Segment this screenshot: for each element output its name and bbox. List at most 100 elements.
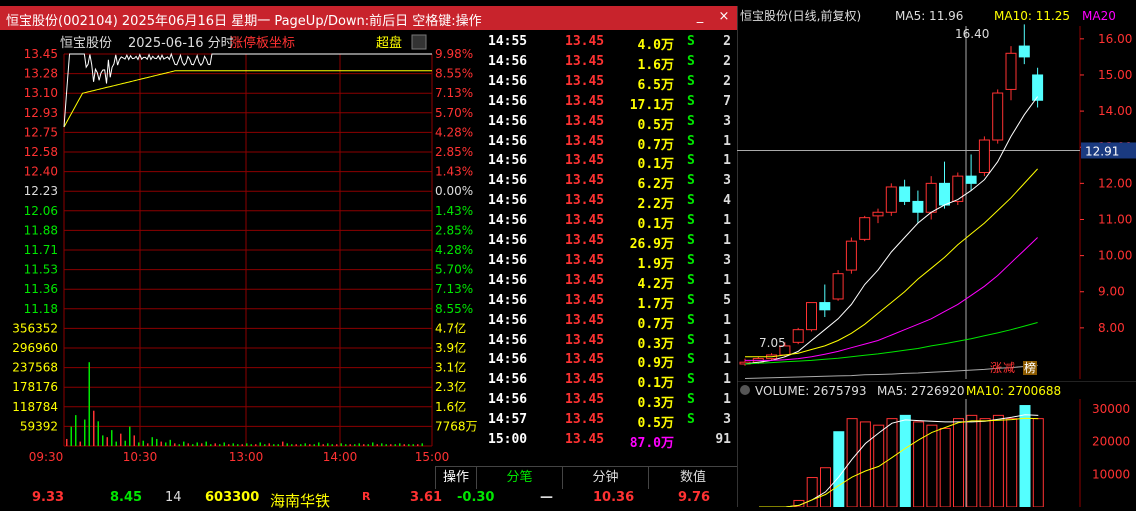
amount-axis-label: 1.6亿 xyxy=(435,399,466,414)
candle-body xyxy=(1005,52,1017,90)
settings-icon xyxy=(411,34,427,50)
tick-price: 13.45 xyxy=(565,113,605,129)
volume-bar xyxy=(913,421,925,508)
tick-volume: 1.6万 xyxy=(637,57,674,73)
tick-time: 14:56 xyxy=(488,272,528,288)
tick-list[interactable]: 14:55 13.45 4.0万 S 2 14:56 13.45 1.6万 S 2 14:56 13.… xyxy=(485,30,737,467)
tick-side: S xyxy=(687,312,695,328)
pct-axis-label: 2.85% xyxy=(435,223,473,237)
price-axis-label: 12.06 xyxy=(24,204,58,218)
tick-volume: 6.2万 xyxy=(637,177,674,193)
tick-time: 14:56 xyxy=(488,372,528,388)
time-axis-label: 10:30 xyxy=(123,450,158,464)
price-axis-label: 11.71 xyxy=(24,243,58,257)
tick-side: S xyxy=(687,352,695,368)
quote-left-value-1: 9.33 xyxy=(32,490,65,505)
tick-count: 3 xyxy=(723,412,731,428)
tick-price: 13.45 xyxy=(565,93,605,109)
daily-ma5-label: MA5: 11.96 xyxy=(895,9,963,23)
volume-axis-label: 237568 xyxy=(12,361,58,375)
pct-axis-label: 4.28% xyxy=(435,243,473,257)
quote-left-value-2: 8.45 xyxy=(110,490,143,505)
volume-bar xyxy=(66,438,68,446)
tick-price: 13.45 xyxy=(565,153,605,169)
daily-axis-label: 9.00 xyxy=(1098,285,1125,299)
pct-axis-label: 5.70% xyxy=(435,263,473,277)
volume-axis-label: 10000 xyxy=(1092,467,1130,481)
tick-volume: 4.0万 xyxy=(637,38,674,53)
close-icon[interactable]: × xyxy=(716,9,732,25)
tick-price: 13.45 xyxy=(565,213,605,229)
daily-axis-label: 16.00 xyxy=(1098,32,1132,46)
candle-body xyxy=(965,175,977,184)
tick-count: 3 xyxy=(723,173,731,189)
volume-bar xyxy=(273,444,275,446)
volume-bar xyxy=(331,444,333,446)
tick-row: 14:56 13.45 6.2万 S 3 xyxy=(485,171,737,193)
volume-bar xyxy=(228,444,230,446)
price-axis-label: 11.88 xyxy=(24,223,58,237)
volume-bar xyxy=(214,443,216,446)
volume-bar xyxy=(133,435,135,446)
volume-bar xyxy=(979,418,991,508)
volume-bar xyxy=(833,431,845,508)
daily-axis-label: 14.00 xyxy=(1098,104,1132,118)
volume-bar xyxy=(246,443,248,446)
tick-count: 2 xyxy=(723,73,731,89)
tick-count: 5 xyxy=(723,292,731,308)
volume-bar xyxy=(151,437,153,446)
tick-side: S xyxy=(687,193,695,209)
candle-body xyxy=(872,211,884,217)
tab-values[interactable]: 数值 xyxy=(648,467,737,489)
daily-axis-label: 11.00 xyxy=(1098,212,1132,226)
volume-bar xyxy=(241,444,243,446)
tick-count: 1 xyxy=(723,372,731,388)
daily-ma10-label: MA10: 11.25 xyxy=(994,9,1070,23)
candle-body xyxy=(939,182,950,206)
tick-volume: 0.3万 xyxy=(637,336,674,352)
volume-bar xyxy=(196,442,198,446)
price-axis-label: 13.28 xyxy=(24,67,58,81)
volume-bar xyxy=(309,444,311,446)
pct-axis-label: 8.55% xyxy=(435,67,473,81)
volume-axis-label: 178176 xyxy=(12,380,58,394)
daily-kline-chart[interactable]: 恒宝股份(日线,前复权) MA5: 11.96 MA10: 11.25 MA20 16.… xyxy=(737,6,1136,379)
minimize-icon[interactable]: _ xyxy=(692,9,708,25)
window-title: 恒宝股份(002104) 2025年06月16日 星期一 PageUp/Down… xyxy=(6,14,482,29)
volume-bar xyxy=(394,444,396,446)
pct-axis-label: 7.13% xyxy=(435,282,473,296)
daily-title: 恒宝股份(日线,前复权) xyxy=(740,8,861,23)
volume-bar xyxy=(939,427,951,508)
volume-bar xyxy=(349,444,351,446)
volume-bar xyxy=(160,441,162,446)
tick-side: S xyxy=(687,213,695,229)
intraday-chart-svg: 恒宝股份 2025-06-16 分时涨停板坐标 超盘 13.45 13.28 13.10 1… xyxy=(12,34,478,464)
price-axis-label: 12.93 xyxy=(24,106,58,120)
tab-ticks[interactable]: 分笔 xyxy=(476,467,562,489)
quote-price: 3.61 xyxy=(410,490,443,505)
volume-chart[interactable]: VOLUME: 2675793 MA5: 2726920 MA10: 2700688… xyxy=(737,380,1136,508)
tick-count: 7 xyxy=(723,93,731,109)
volume-bar xyxy=(129,426,131,446)
tab-minutes[interactable]: 分钟 xyxy=(562,467,648,489)
tick-side: S xyxy=(687,412,695,428)
tab-operate[interactable]: 操作 xyxy=(435,467,476,489)
tick-count: 1 xyxy=(723,133,731,149)
tick-volume: 1.9万 xyxy=(637,256,674,272)
window-title-bar[interactable]: 恒宝股份(002104) 2025年06月16日 星期一 PageUp/Down… xyxy=(0,6,737,30)
tick-price: 13.45 xyxy=(565,352,605,368)
intraday-chart[interactable]: 恒宝股份 2025-06-16 分时 涨停板坐标 超盘 13.45 13.28 13.10 1… xyxy=(0,30,485,467)
volume-bar xyxy=(120,433,122,446)
tick-row: 14:56 13.45 1.7万 S 5 xyxy=(485,291,737,312)
tick-side: S xyxy=(687,332,695,348)
quote-dash: — xyxy=(540,490,553,505)
pct-axis-label: 2.85% xyxy=(435,145,473,159)
volume-bar xyxy=(223,442,225,446)
tick-side: S xyxy=(687,272,695,288)
tick-side: S xyxy=(687,113,695,129)
quote-row[interactable]: 9.33 8.45 14 603300 海南华铁 R 3.61 -0.30 — … xyxy=(0,488,737,510)
tick-side: S xyxy=(687,93,695,109)
volume-ma5-label: MA5: 2726920 xyxy=(877,384,965,398)
volume-bar xyxy=(421,443,423,446)
volume-bar xyxy=(345,444,347,446)
